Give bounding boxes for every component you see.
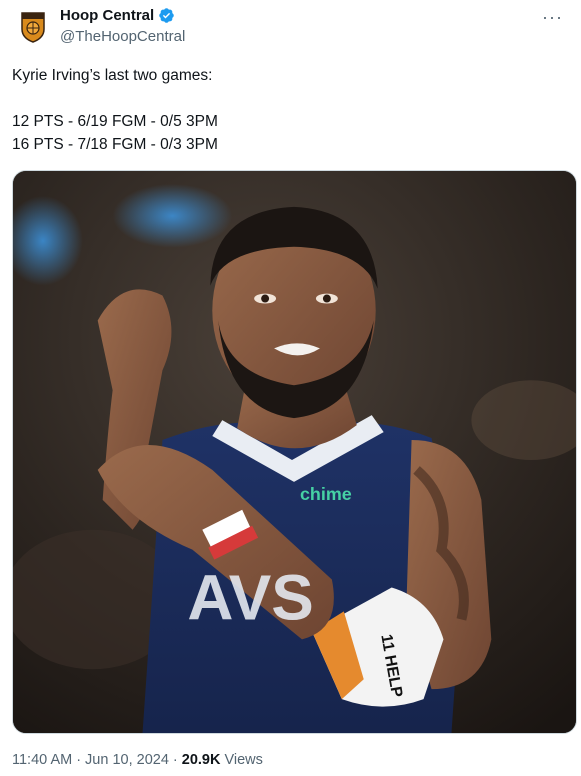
more-options-icon[interactable]: ··· bbox=[542, 8, 563, 26]
kyrie-irving-photo: chime AVS 11 HELP bbox=[13, 171, 576, 733]
tweet-photo[interactable]: chime AVS 11 HELP bbox=[12, 170, 577, 734]
jersey-team-text: AVS bbox=[187, 561, 313, 633]
tweet-text: Kyrie Irving’s last two games: 12 PTS - … bbox=[12, 64, 567, 156]
author-name-row[interactable]: Hoop Central bbox=[60, 7, 175, 24]
views-count[interactable]: 20.9K bbox=[182, 752, 221, 768]
author-handle[interactable]: @TheHoopCentral bbox=[60, 28, 185, 45]
tweet-line-game-2: 16 PTS - 7/18 FGM - 0/3 3PM bbox=[12, 136, 218, 153]
hoop-central-logo-icon bbox=[21, 12, 45, 43]
tweet-header: Hoop Central @TheHoopCentral ··· bbox=[0, 0, 581, 58]
verified-badge-icon bbox=[159, 8, 174, 23]
avatar[interactable] bbox=[16, 10, 50, 44]
meta-separator: · bbox=[76, 752, 82, 768]
meta-separator-2: · bbox=[172, 752, 178, 768]
display-name[interactable]: Hoop Central bbox=[60, 7, 154, 24]
tweet-meta: 11:40 AM · Jun 10, 2024 · 20.9K Views bbox=[12, 752, 263, 768]
tweet-line-intro: Kyrie Irving’s last two games: bbox=[12, 67, 213, 84]
views-label[interactable]: Views bbox=[224, 752, 262, 768]
tweet-time[interactable]: 11:40 AM bbox=[12, 752, 72, 768]
tweet-date[interactable]: Jun 10, 2024 bbox=[85, 752, 169, 768]
tweet-line-game-1: 12 PTS - 6/19 FGM - 0/5 3PM bbox=[12, 113, 218, 130]
jersey-sponsor-text: chime bbox=[300, 484, 352, 504]
